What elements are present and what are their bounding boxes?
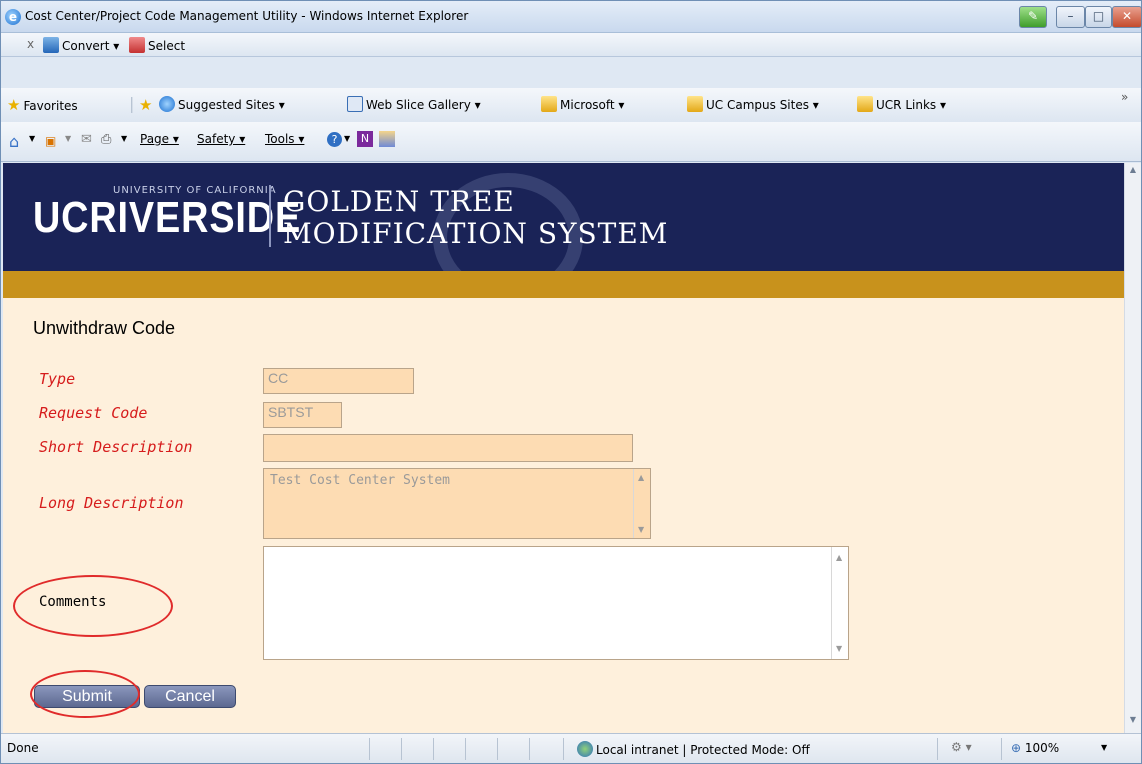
- comments-scrollbar[interactable]: ▲ ▼: [831, 547, 848, 659]
- home-icon[interactable]: ⌂: [9, 132, 19, 151]
- folder-icon: [541, 96, 557, 112]
- ie-logo-icon: e: [5, 9, 21, 25]
- close-toolbar-button[interactable]: x: [27, 37, 34, 51]
- convert-button[interactable]: Convert ▾: [43, 37, 119, 53]
- folder-icon: [857, 96, 873, 112]
- status-divider: [529, 738, 530, 760]
- browser-window: e Cost Center/Project Code Management Ut…: [0, 0, 1142, 764]
- ie-icon: [159, 96, 175, 112]
- status-bar: Done Local intranet | Protected Mode: Of…: [1, 733, 1141, 763]
- security-zone[interactable]: Local intranet | Protected Mode: Off: [577, 741, 810, 757]
- status-divider: [937, 738, 938, 760]
- page-menu[interactable]: Page ▾: [140, 132, 179, 146]
- ucr-logo: UCRIVERSIDE: [33, 193, 302, 242]
- system-title-line2: MODIFICATION SYSTEM: [283, 217, 669, 250]
- chevron-down-icon[interactable]: ▼: [121, 134, 127, 143]
- short-description-field[interactable]: [263, 434, 633, 462]
- submit-button[interactable]: Submit: [34, 685, 140, 708]
- minimize-button[interactable]: –: [1056, 6, 1085, 28]
- microsoft-folder[interactable]: Microsoft ▾: [541, 96, 624, 112]
- intranet-icon: [577, 741, 593, 757]
- close-button[interactable]: ✕: [1112, 6, 1142, 28]
- suggested-sites-link[interactable]: Suggested Sites ▾: [159, 96, 285, 112]
- folder-icon: [687, 96, 703, 112]
- research-icon[interactable]: [379, 131, 395, 147]
- chevron-down-icon[interactable]: ▼: [29, 134, 35, 143]
- page-scrollbar[interactable]: ▲ ▼: [1124, 163, 1141, 733]
- zoom-control[interactable]: ⊕ 100%: [1011, 741, 1059, 755]
- select-icon: [129, 37, 145, 53]
- page-content: UCRIVERSIDE UNIVERSITY OF CALIFORNIA GOL…: [3, 163, 1124, 733]
- favorites-button[interactable]: ★ Favorites: [7, 96, 78, 114]
- ucr-links-folder[interactable]: UCR Links ▾: [857, 96, 946, 112]
- chevron-down-icon[interactable]: ▼: [1101, 743, 1107, 752]
- ucr-banner: UCRIVERSIDE UNIVERSITY OF CALIFORNIA GOL…: [3, 163, 1124, 303]
- type-field[interactable]: CC: [263, 368, 414, 394]
- edit-icon[interactable]: ✎: [1019, 6, 1047, 28]
- star-icon: ★: [7, 96, 21, 114]
- scroll-down-icon[interactable]: ▼: [1125, 715, 1141, 731]
- favorites-bar: ★ Favorites | ★ Suggested Sites ▾ Web Sli…: [1, 88, 1141, 122]
- comments-label: Comments: [39, 594, 107, 610]
- add-favorites-icon[interactable]: ★: [139, 96, 155, 114]
- command-toolbar: ⌂ ▼ ▣ ▼ ✉ ⎙ ▼ Page ▾ Safety ▾ Tools ▾ ? …: [1, 122, 1141, 162]
- type-label: Type: [39, 370, 76, 388]
- chevron-down-icon[interactable]: ▼: [65, 134, 71, 143]
- scroll-up-icon[interactable]: ▲: [1125, 165, 1141, 181]
- print-icon[interactable]: ⎙: [101, 132, 111, 147]
- page-title: Unwithdraw Code: [33, 318, 176, 338]
- long-description-label: Long Description: [39, 494, 184, 512]
- protected-mode-icon[interactable]: ⚙ ▾: [951, 740, 972, 754]
- request-code-field[interactable]: SBTST: [263, 402, 342, 428]
- status-divider: [369, 738, 370, 760]
- long-description-scrollbar[interactable]: ▲ ▼: [633, 469, 650, 538]
- unwithdraw-form: Unwithdraw Code Type CC Request Code SBT…: [3, 298, 1124, 733]
- title-bar: e Cost Center/Project Code Management Ut…: [1, 1, 1142, 33]
- select-button[interactable]: Select: [129, 37, 185, 53]
- command-bar: x Convert ▾ Select: [1, 33, 1141, 57]
- status-divider: [563, 738, 564, 760]
- status-divider: [497, 738, 498, 760]
- status-divider: [401, 738, 402, 760]
- short-description-label: Short Description: [39, 438, 193, 456]
- chevron-right-icon[interactable]: »: [1121, 90, 1128, 104]
- request-code-label: Request Code: [39, 404, 148, 422]
- feeds-icon[interactable]: ▣: [45, 134, 56, 148]
- long-description-field[interactable]: Test Cost Center System: [263, 468, 651, 539]
- chevron-down-icon[interactable]: ▼: [344, 134, 350, 143]
- maximize-button[interactable]: □: [1085, 6, 1112, 28]
- help-icon[interactable]: ?: [327, 132, 342, 147]
- web-slice-icon: [347, 96, 363, 112]
- uc-campus-sites-folder[interactable]: UC Campus Sites ▾: [687, 96, 819, 112]
- onenote-icon[interactable]: N: [357, 131, 373, 147]
- gold-stripe: [3, 271, 1124, 298]
- mail-icon[interactable]: ✉: [81, 132, 92, 147]
- convert-icon: [43, 37, 59, 53]
- status-divider: [433, 738, 434, 760]
- banner-divider: [269, 185, 271, 247]
- web-slice-gallery-link[interactable]: Web Slice Gallery ▾: [347, 96, 481, 112]
- safety-menu[interactable]: Safety ▾: [197, 132, 245, 146]
- status-divider: [465, 738, 466, 760]
- cancel-button[interactable]: Cancel: [144, 685, 236, 708]
- window-title: Cost Center/Project Code Management Util…: [25, 9, 469, 23]
- status-divider: [1001, 738, 1002, 760]
- tools-menu[interactable]: Tools ▾: [265, 132, 304, 146]
- status-text: Done: [7, 741, 39, 755]
- system-title-line1: GOLDEN TREE: [283, 185, 515, 218]
- university-label: UNIVERSITY OF CALIFORNIA: [113, 185, 277, 196]
- comments-field[interactable]: [263, 546, 849, 660]
- toolbar-divider: |: [129, 94, 135, 113]
- zoom-icon: ⊕: [1011, 741, 1022, 755]
